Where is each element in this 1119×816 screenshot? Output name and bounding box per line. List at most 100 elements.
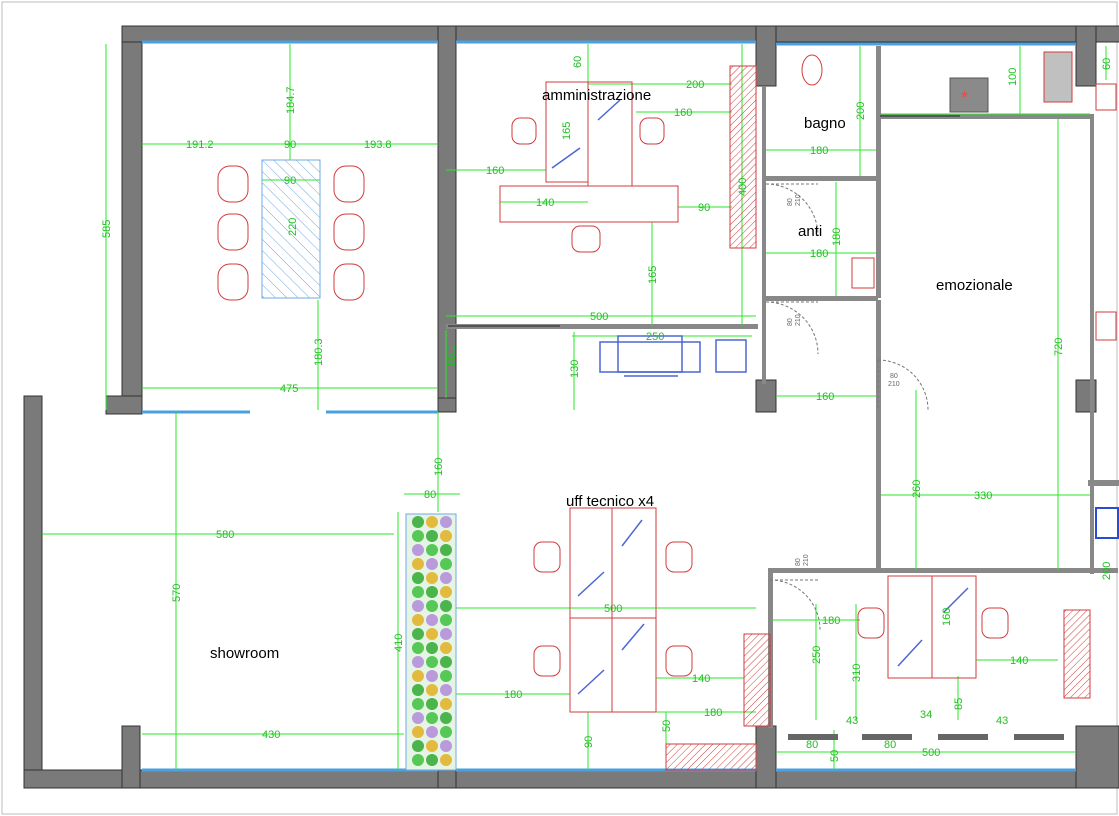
plant-icon [426,670,438,682]
dim-label: 140 [536,197,554,209]
plant-icon [412,516,424,528]
plotter [599,335,747,377]
svg-text:80: 80 [795,558,802,566]
dim-label: 580 [216,529,234,541]
plant-icon [412,544,424,556]
plant-icon [440,642,452,654]
dim-label: 410 [393,634,405,652]
windows [142,40,1076,772]
plant-icon [440,726,452,738]
dim-label: 80 [884,739,896,751]
svg-text:210: 210 [795,194,802,206]
plant-icon [412,614,424,626]
svg-text:80: 80 [787,198,794,206]
plant-icon [426,712,438,724]
plant-wall [405,513,457,771]
plant-icon [440,628,452,640]
dim-label: 585 [101,220,113,238]
room-label-emozionale: emozionale [936,277,1013,294]
dim-label: 90 [698,202,710,214]
dim-label: 80.1 [446,345,458,366]
plant-icon [426,614,438,626]
plant-icon [426,586,438,598]
office-desks [788,575,1091,740]
dim-label: 200 [1101,562,1113,580]
plant-icon [412,586,424,598]
dim-label: 80 [806,739,818,751]
dim-label: 330 [974,490,992,502]
dim-label: 191.2 [186,139,214,151]
dim-label: 50 [829,750,841,762]
room-label-bagno: bagno [804,115,846,132]
plant-icon [440,516,452,528]
plant-icon [426,558,438,570]
plant-icon [440,614,452,626]
svg-text:*: * [961,88,968,108]
room-label-showroom: showroom [210,645,279,662]
dim-label: 180.3 [313,338,325,366]
plant-icon [440,712,452,724]
plant-icon [412,712,424,724]
plant-icon [412,754,424,766]
dim-label: 200 [686,79,704,91]
dim-label: 500 [590,311,608,323]
plant-icon [426,544,438,556]
plant-icon [440,740,452,752]
drawing-frame [1,1,1118,815]
dim-label: 160 [486,165,504,177]
plant-icon [412,656,424,668]
dim-label: 90 [284,175,296,187]
dim-label: 34 [920,709,932,721]
plant-icon [412,726,424,738]
plant-icon [440,586,452,598]
svg-text:210: 210 [795,314,802,326]
dim-label: 80 [424,489,436,501]
dim-label: 184.7 [285,86,297,114]
dim-label: 400 [737,178,749,196]
dim-label: 193.8 [364,139,392,151]
dim-label: 50 [661,720,673,732]
dim-label: 165 [647,266,659,284]
plant-icon [426,656,438,668]
plant-icon [440,670,452,682]
plant-icon [440,698,452,710]
plant-icon [440,544,452,556]
dim-label: 250 [811,646,823,664]
plant-icon [426,740,438,752]
svg-text:80: 80 [787,318,794,326]
plant-icon [412,530,424,542]
dim-label: 500 [604,603,622,615]
plant-icon [426,726,438,738]
dim-label: 260 [911,480,923,498]
dim-label: 43 [996,715,1008,727]
dim-label: 720 [1053,338,1065,356]
plant-icon [412,670,424,682]
dim-label: 140 [692,673,710,685]
plant-icon [412,572,424,584]
plant-icon [440,572,452,584]
svg-text:80: 80 [890,373,898,380]
tech-desks [533,507,771,771]
plant-icon [440,754,452,766]
room-label-anti: anti [798,223,822,240]
plant-icon [426,530,438,542]
dim-label: 310 [851,664,863,682]
dim-label: 180 [504,689,522,701]
plant-icon [412,642,424,654]
door-tags: 80 210 80 210 80 210 80 210 [787,194,900,566]
plant-icon [426,516,438,528]
dim-label: 220 [287,218,299,236]
dim-label: 160 [674,107,692,119]
dim-label: 60 [572,56,584,68]
plant-icon [426,628,438,640]
plant-icon [412,558,424,570]
plant-icon [440,558,452,570]
plant-icon [412,600,424,612]
doors [448,115,960,631]
dim-label: 90 [583,736,595,748]
dim-label: 85 [953,698,965,710]
dim-label: 90 [284,139,296,151]
dim-label: 200 [855,102,867,120]
plant-icon [412,684,424,696]
dim-label: 180 [810,248,828,260]
